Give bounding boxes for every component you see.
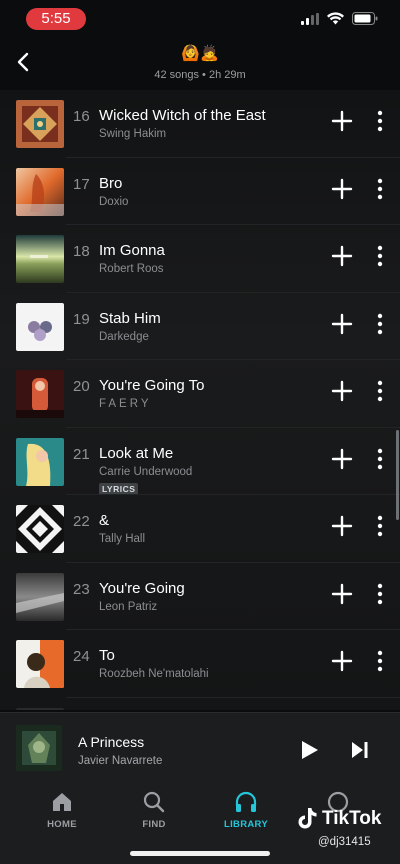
add-icon[interactable] xyxy=(330,109,354,133)
track-title: To xyxy=(99,647,115,664)
tab-label: FIND xyxy=(142,819,166,830)
add-icon[interactable] xyxy=(330,447,354,471)
album-art xyxy=(16,302,64,351)
track-title: You're Going xyxy=(99,579,185,597)
tab-label: HOME xyxy=(47,819,77,830)
track-row[interactable]: 23 You're Going Leon Patriz xyxy=(0,563,400,630)
tab-home[interactable]: HOME xyxy=(22,790,102,836)
add-icon[interactable] xyxy=(330,177,354,201)
album-art xyxy=(16,707,64,710)
home-indicator[interactable] xyxy=(130,851,270,856)
album-art xyxy=(16,572,64,621)
more-vertical-icon[interactable] xyxy=(370,175,390,203)
more-vertical-icon[interactable] xyxy=(370,580,390,608)
track-row[interactable]: 17 Bro Doxio xyxy=(0,158,400,225)
add-icon[interactable] xyxy=(330,649,354,673)
signal-icon xyxy=(301,12,319,25)
track-title: Im Gonna xyxy=(99,242,165,259)
track-row[interactable]: 18 Im Gonna Robert Roos xyxy=(0,225,400,293)
now-playing-title: A Princess xyxy=(78,734,145,750)
track-number: 21 xyxy=(73,445,90,463)
more-vertical-icon[interactable] xyxy=(370,647,390,675)
album-art xyxy=(16,370,64,418)
add-icon[interactable] xyxy=(330,312,354,336)
more-vertical-icon[interactable] xyxy=(370,512,390,540)
tiktok-logo-icon xyxy=(298,808,317,829)
battery-icon xyxy=(352,12,378,25)
playlist-title-emoji: 🙆🙇 xyxy=(181,45,219,62)
tiktok-watermark: TikTok xyxy=(322,808,382,829)
track-row-partial[interactable] xyxy=(0,698,400,710)
tab-label: LIBRARY xyxy=(224,819,268,830)
add-icon[interactable] xyxy=(330,379,354,403)
album-art xyxy=(16,640,64,688)
now-playing-artist: Javier Navarrete xyxy=(78,755,163,767)
more-vertical-icon[interactable] xyxy=(370,242,390,270)
track-artist: Carrie Underwood xyxy=(99,465,193,478)
headphones-icon xyxy=(235,791,257,812)
skip-next-icon[interactable] xyxy=(350,741,370,759)
playlist-header: 🙆🙇 42 songs • 2h 29m xyxy=(0,40,400,90)
lyrics-badge: LYRICS xyxy=(99,482,139,495)
status-time: 5:55 xyxy=(26,8,86,30)
track-number: 22 xyxy=(73,513,90,530)
track-artist: Tally Hall xyxy=(99,533,146,545)
album-art xyxy=(16,100,64,148)
track-row[interactable]: 20 You're Going To FAERY xyxy=(0,360,400,428)
track-title: Wicked Witch of the East xyxy=(99,107,266,124)
track-title: Bro xyxy=(99,174,123,192)
more-vertical-icon[interactable] xyxy=(370,310,390,338)
more-vertical-icon[interactable] xyxy=(370,107,390,135)
status-icons xyxy=(301,12,378,25)
now-playing-bar[interactable]: A Princess Javier Navarrete xyxy=(0,712,400,784)
scroll-indicator[interactable] xyxy=(396,430,399,520)
track-number: 24 xyxy=(73,648,90,665)
track-artist: Robert Roos xyxy=(99,263,164,275)
add-icon[interactable] xyxy=(330,582,354,606)
play-icon[interactable] xyxy=(298,739,320,761)
track-artist: Doxio xyxy=(99,195,129,208)
tab-library[interactable]: LIBRARY xyxy=(206,790,286,836)
track-artist: FAERY xyxy=(99,398,152,410)
track-artist: Darkedge xyxy=(99,330,149,343)
tab-find[interactable]: FIND xyxy=(114,790,194,836)
more-vertical-icon[interactable] xyxy=(370,445,390,473)
home-icon xyxy=(53,793,71,811)
track-row[interactable]: 22 & Tally Hall xyxy=(0,495,400,563)
track-number: 19 xyxy=(73,310,90,328)
more-vertical-icon[interactable] xyxy=(370,377,390,405)
track-row[interactable]: 24 To Roozbeh Ne'matolahi xyxy=(0,630,400,698)
track-number: 16 xyxy=(73,108,90,125)
track-list: 16 Wicked Witch of the East Swing Hakim … xyxy=(0,90,400,710)
track-title: Look at Me xyxy=(99,444,174,462)
track-number: 17 xyxy=(73,175,90,193)
album-art xyxy=(16,235,64,283)
track-title: Stab Him xyxy=(99,309,161,327)
track-title: & xyxy=(99,512,110,529)
track-artist: Roozbeh Ne'matolahi xyxy=(99,668,209,680)
track-row[interactable]: 19 Stab Him Darkedge xyxy=(0,293,400,360)
album-art xyxy=(16,505,64,553)
now-playing-art xyxy=(16,725,62,771)
track-number: 18 xyxy=(73,243,90,260)
status-bar: 5:55 xyxy=(0,0,400,40)
playlist-summary: 42 songs • 2h 29m xyxy=(154,69,246,81)
track-row[interactable]: 21 Look at Me Carrie Underwood LYRICS xyxy=(0,428,400,495)
album-art xyxy=(16,437,64,486)
track-title: You're Going To xyxy=(99,377,205,394)
album-art xyxy=(16,167,64,216)
track-artist: Leon Patriz xyxy=(99,600,158,613)
search-icon xyxy=(143,791,165,813)
track-artist: Swing Hakim xyxy=(99,128,167,140)
track-row[interactable]: 16 Wicked Witch of the East Swing Hakim xyxy=(0,90,400,158)
add-icon[interactable] xyxy=(330,244,354,268)
track-number: 23 xyxy=(73,580,90,598)
wifi-icon xyxy=(327,12,344,25)
track-number: 20 xyxy=(73,378,90,395)
tiktok-username: @dj31415 xyxy=(318,836,371,848)
add-icon[interactable] xyxy=(330,514,354,538)
